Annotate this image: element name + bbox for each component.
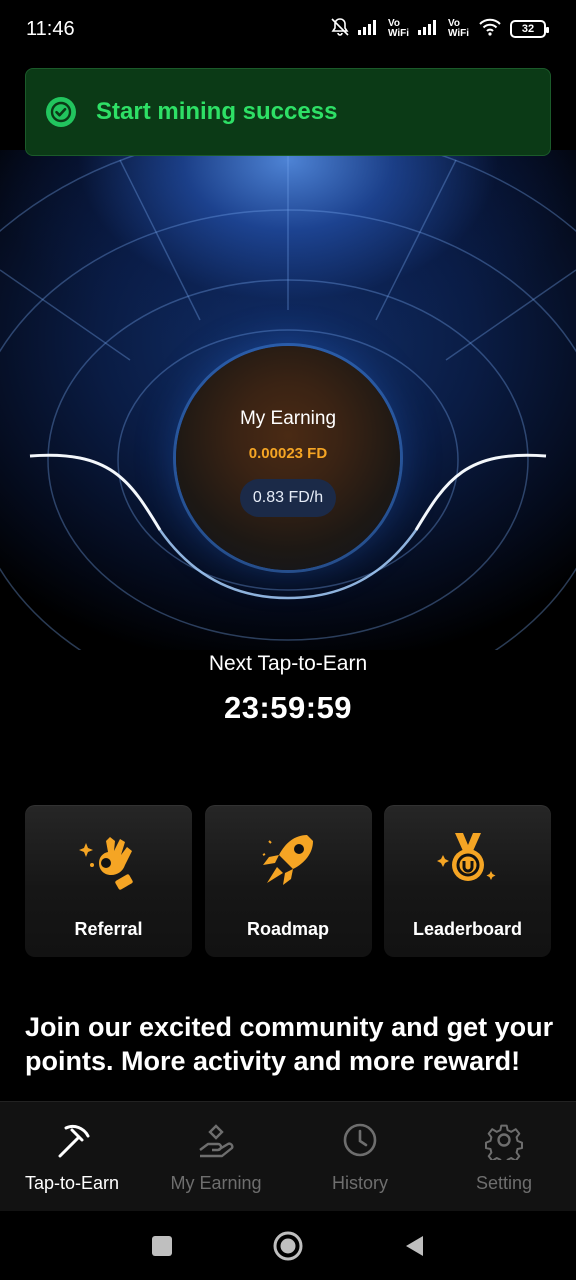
wifi-icon: [478, 18, 502, 41]
status-icons: Vo WiFi Vo WiFi 32: [330, 17, 549, 42]
leaderboard-card[interactable]: Leaderboard: [384, 805, 551, 957]
home-button[interactable]: [272, 1230, 304, 1262]
roadmap-card[interactable]: Roadmap: [204, 805, 372, 957]
earning-value: 0.00023 FD: [248, 445, 328, 462]
tab-my-earning[interactable]: My Earning: [144, 1102, 288, 1212]
earning-rate-badge: 0.83 FD/h: [240, 479, 336, 517]
referral-label: Referral: [74, 919, 143, 939]
referral-card[interactable]: Referral: [25, 805, 192, 957]
toast-message: Start mining success: [96, 98, 338, 125]
countdown-timer: 23:59:59: [223, 690, 353, 725]
battery-icon: 32: [510, 20, 549, 38]
status-bar: 11:46 Vo WiFi Vo WiFi 32: [0, 0, 576, 58]
tab-tap-to-earn[interactable]: Tap-to-Earn: [0, 1102, 144, 1212]
next-tap-label: Next Tap-to-Earn: [208, 652, 368, 675]
vowifi-label: Vo WiFi: [388, 18, 410, 39]
back-button[interactable]: [398, 1230, 430, 1262]
medal-icon: [435, 827, 501, 893]
recents-button[interactable]: [146, 1230, 178, 1262]
success-toast: Start mining success: [25, 68, 551, 156]
clock-icon: [340, 1120, 380, 1160]
status-time: 11:46: [26, 17, 75, 40]
ok-hand-sparkle-icon: [76, 827, 142, 893]
rocket-icon: [255, 827, 321, 893]
pickaxe-icon: [52, 1120, 92, 1160]
vowifi-label-2: Vo WiFi: [448, 18, 470, 39]
bell-muted-icon: [330, 17, 350, 42]
tab-my-earning-label: My Earning: [170, 1173, 262, 1193]
gear-icon: [484, 1120, 524, 1166]
community-promo-text: Join our excited community and get your …: [25, 1012, 554, 1076]
tab-history[interactable]: History: [288, 1102, 432, 1212]
roadmap-label: Roadmap: [246, 919, 329, 939]
check-circle-icon: [46, 97, 76, 127]
system-nav-bar: [0, 1211, 576, 1280]
feature-cards: Referral Roadmap Leaderboard: [25, 805, 551, 957]
tab-history-label: History: [331, 1173, 388, 1193]
tab-setting[interactable]: Setting: [432, 1102, 576, 1212]
tab-setting-label: Setting: [475, 1173, 533, 1193]
hand-coin-icon: [196, 1120, 236, 1160]
tab-tap-to-earn-label: Tap-to-Earn: [24, 1173, 120, 1193]
signal-icon-2: [418, 19, 440, 40]
signal-icon: [358, 19, 380, 40]
leaderboard-label: Leaderboard: [412, 919, 523, 939]
earning-title: My Earning: [239, 408, 337, 429]
bottom-tab-bar: Tap-to-Earn My Earning History Setting: [0, 1101, 576, 1211]
